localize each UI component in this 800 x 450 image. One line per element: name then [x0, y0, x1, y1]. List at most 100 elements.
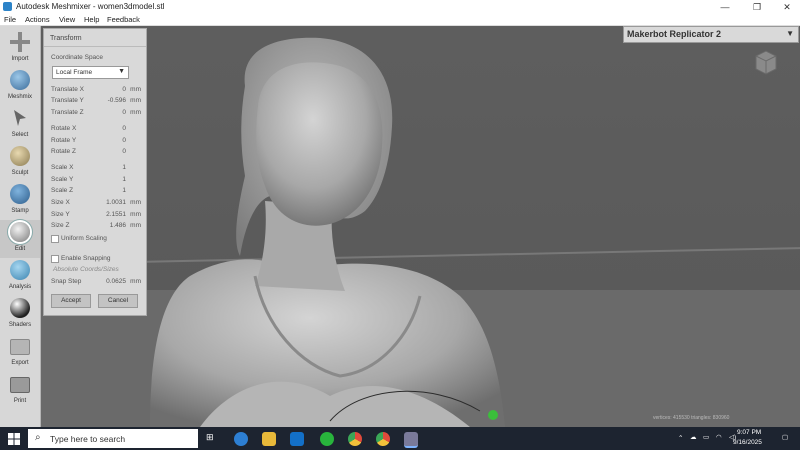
field-unit: mm: [130, 211, 141, 218]
tool-shaders[interactable]: Shaders: [0, 296, 40, 334]
close-button[interactable]: ✕: [772, 0, 800, 14]
tool-import[interactable]: Import: [0, 30, 40, 68]
edit-sphere-icon: [10, 222, 30, 242]
chevron-down-icon: ▼: [786, 29, 794, 38]
field-label: Translate Y: [51, 97, 84, 104]
field-value[interactable]: 1: [122, 164, 126, 171]
cloud-icon[interactable]: ☁: [690, 433, 697, 441]
clock-date[interactable]: 9/16/2025: [733, 439, 762, 446]
wifi-icon[interactable]: ◠: [716, 433, 722, 441]
menu-view[interactable]: View: [59, 15, 75, 24]
field-value[interactable]: 0: [122, 148, 126, 155]
cancel-button[interactable]: Cancel: [98, 294, 138, 308]
field-value[interactable]: 1.0031: [106, 199, 126, 206]
menu-bar: File Actions View Help Feedback: [0, 14, 800, 26]
tool-stamp[interactable]: Stamp: [0, 182, 40, 220]
task-view-icon[interactable]: ⊞: [206, 432, 220, 446]
file-explorer-icon[interactable]: [262, 432, 276, 446]
export-folder-icon: [10, 339, 30, 355]
tool-analysis[interactable]: Analysis: [0, 258, 40, 296]
analysis-icon: [10, 260, 30, 280]
chrome-icon[interactable]: [348, 432, 362, 446]
taskbar-search-box[interactable]: ⌕ Type here to search: [28, 429, 198, 448]
view-cube-icon[interactable]: [752, 48, 780, 76]
field-value[interactable]: 0: [122, 109, 126, 116]
field-value[interactable]: 1: [122, 187, 126, 194]
field-value[interactable]: 0: [122, 86, 126, 93]
uniform-scaling-checkbox[interactable]: [51, 235, 59, 243]
meshmixer-taskbar-icon[interactable]: [404, 432, 418, 448]
field-value[interactable]: 0.0625: [106, 278, 126, 285]
menu-help[interactable]: Help: [84, 15, 99, 24]
transform-gizmo-handle[interactable]: [488, 410, 498, 420]
field-label: Scale X: [51, 164, 74, 171]
clock-time[interactable]: 9:07 PM: [737, 429, 761, 436]
tool-select[interactable]: Select: [0, 106, 40, 144]
field-value[interactable]: 0: [122, 125, 126, 132]
printer-name: Makerbot Replicator 2: [627, 29, 722, 39]
snap-step-row[interactable]: Snap Step 0.0625 mm: [51, 278, 141, 286]
size-x-row[interactable]: Size X 1.0031 mm: [51, 199, 141, 207]
coordinate-space-select[interactable]: Local Frame ▼: [52, 66, 129, 79]
translate-z-row[interactable]: Translate Z 0 mm: [51, 109, 141, 117]
shader-ball-icon: [10, 298, 30, 318]
panel-title: Transform: [50, 35, 82, 42]
field-unit: mm: [130, 97, 141, 104]
meshmixer-app-icon: [3, 2, 12, 11]
translate-x-row[interactable]: Translate X 0 mm: [51, 86, 141, 94]
battery-icon[interactable]: ▭: [703, 433, 709, 441]
stamp-icon: [10, 184, 30, 204]
tool-print[interactable]: Print: [0, 372, 40, 410]
tool-import-label: Import: [11, 56, 29, 62]
minimize-button[interactable]: —: [710, 0, 740, 14]
field-label: Scale Y: [51, 176, 74, 183]
tool-edit-label: Edit: [14, 246, 26, 252]
rotate-z-row[interactable]: Rotate Z 0: [51, 148, 141, 156]
field-value[interactable]: 0: [122, 137, 126, 144]
tool-sculpt[interactable]: Sculpt: [0, 144, 40, 182]
rotate-y-row[interactable]: Rotate Y 0: [51, 137, 141, 145]
windows-start-icon[interactable]: [8, 433, 20, 445]
chrome-profile-icon[interactable]: [376, 432, 390, 446]
field-label: Rotate X: [51, 125, 77, 132]
size-y-row[interactable]: Size Y 2.1551 mm: [51, 211, 141, 219]
tool-stamp-label: Stamp: [11, 208, 29, 214]
tool-edit[interactable]: Edit: [0, 220, 40, 258]
printer-select[interactable]: Makerbot Replicator 2 ▼: [623, 26, 799, 43]
tool-sidebar: Import Meshmix Select Sculpt Stamp Edit …: [0, 26, 41, 427]
size-z-row[interactable]: Size Z 1.486 mm: [51, 222, 141, 230]
field-label: Rotate Y: [51, 137, 77, 144]
scale-z-row[interactable]: Scale Z 1: [51, 187, 141, 195]
notifications-icon[interactable]: ▢: [782, 433, 788, 441]
enable-snapping-checkbox[interactable]: [51, 255, 59, 263]
whatsapp-icon[interactable]: [320, 432, 334, 446]
menu-actions[interactable]: Actions: [25, 15, 50, 24]
field-unit: mm: [130, 86, 141, 93]
field-unit: mm: [130, 222, 141, 229]
field-value[interactable]: 2.1551: [106, 211, 126, 218]
field-value[interactable]: -0.596: [108, 97, 126, 104]
menu-feedback[interactable]: Feedback: [107, 15, 140, 24]
scale-y-row[interactable]: Scale Y 1: [51, 176, 141, 184]
field-label: Size Y: [51, 211, 70, 218]
tool-meshmix[interactable]: Meshmix: [0, 68, 40, 106]
rotate-x-row[interactable]: Rotate X 0: [51, 125, 141, 133]
absolute-coords-option[interactable]: Absolute Coords/Sizes: [53, 266, 119, 273]
tool-print-label: Print: [13, 398, 27, 404]
select-arrow-icon: [10, 108, 30, 128]
field-label: Scale Z: [51, 187, 74, 194]
translate-y-row[interactable]: Translate Y -0.596 mm: [51, 97, 141, 105]
maximize-button[interactable]: ❐: [742, 0, 772, 14]
edge-browser-icon[interactable]: [234, 432, 248, 446]
field-value[interactable]: 1.486: [110, 222, 126, 229]
coordinate-space-label: Coordinate Space: [51, 54, 104, 61]
field-value[interactable]: 1: [122, 176, 126, 183]
tool-sculpt-label: Sculpt: [11, 170, 29, 176]
accept-button[interactable]: Accept: [51, 294, 91, 308]
field-label: Rotate Z: [51, 148, 76, 155]
tool-export[interactable]: Export: [0, 334, 40, 372]
outlook-icon[interactable]: [290, 432, 304, 446]
scale-x-row[interactable]: Scale X 1: [51, 164, 141, 172]
menu-file[interactable]: File: [4, 15, 16, 24]
tray-chevron-icon[interactable]: ⌃: [678, 434, 683, 442]
